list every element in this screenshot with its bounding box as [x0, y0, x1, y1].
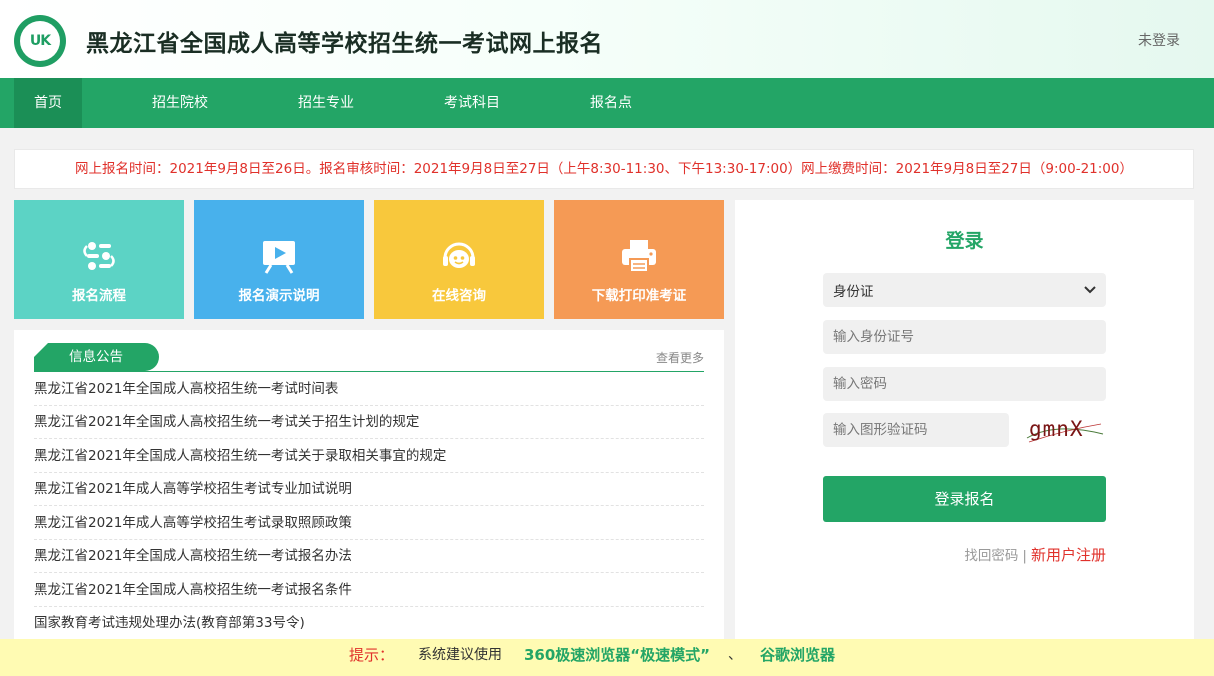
nav-item-subjects[interactable]: 考试科目 — [432, 78, 512, 128]
info-tab[interactable]: 信息公告 — [34, 343, 159, 371]
link-separator: | — [1022, 548, 1027, 564]
news-item[interactable]: 黑龙江省2021年全国成人高校招生统一考试报名办法 — [34, 540, 704, 573]
browser-tip-bar: 提示： 系统建议使用 360极速浏览器“极速模式” 、 谷歌浏览器 — [0, 639, 1214, 676]
schedule-notice: 网上报名时间：2021年9月8日至26日。报名审核时间：2021年9月8日至27… — [14, 149, 1194, 189]
captcha-image[interactable]: gmnX — [1025, 412, 1105, 448]
tip-browser-360: 360极速浏览器“极速模式” — [524, 646, 711, 664]
headset-icon — [443, 242, 475, 268]
news-item[interactable]: 黑龙江省2021年全国成人高校招生统一考试关于录取相关事宜的规定 — [34, 440, 704, 473]
login-title: 登录 — [945, 230, 984, 252]
main-nav: 首页 招生院校 招生专业 考试科目 报名点 — [0, 78, 1214, 128]
view-more-link[interactable]: 查看更多 — [656, 349, 704, 366]
news-item[interactable]: 黑龙江省2021年成人高等学校招生考试专业加试说明 — [34, 473, 704, 506]
login-links: 找回密码 | 新用户注册 — [964, 544, 1106, 565]
login-status-link[interactable]: 未登录 — [1138, 30, 1180, 50]
news-item[interactable]: 黑龙江省2021年全国成人高校招生统一考试时间表 — [34, 373, 704, 406]
tile-label: 在线咨询 — [432, 288, 486, 304]
nav-item-majors[interactable]: 招生专业 — [286, 78, 366, 128]
password-input[interactable] — [823, 367, 1106, 401]
tip-label: 提示： — [349, 646, 395, 664]
tile-label: 下载打印准考证 — [591, 288, 687, 304]
login-panel: 登录 身份证 gmnX 登录报名 找回密码|新用户注册 — [735, 200, 1194, 640]
id-type-value: 身份证 — [833, 284, 874, 300]
chevron-down-icon — [1084, 286, 1096, 294]
site-logo[interactable]: UK — [14, 15, 66, 67]
id-number-input[interactable] — [823, 320, 1106, 354]
nav-item-home[interactable]: 首页 — [14, 78, 82, 128]
info-divider — [34, 371, 704, 372]
printer-icon — [622, 240, 656, 273]
tile-registration-demo[interactable]: 报名演示说明 — [194, 200, 364, 319]
site-header: UK 黑龙江省全国成人高等学校招生统一考试网上报名 未登录 — [0, 0, 1214, 78]
news-item[interactable]: 国家教育考试违规处理办法(教育部第33号令) — [34, 607, 704, 640]
info-announcements-panel: 信息公告 查看更多 黑龙江省2021年全国成人高校招生统一考试时间表 黑龙江省2… — [14, 330, 724, 640]
login-submit-button[interactable]: 登录报名 — [823, 476, 1106, 522]
tip-text: 系统建议使用 — [418, 647, 502, 663]
flow-icon — [83, 242, 115, 270]
nav-item-schools[interactable]: 招生院校 — [140, 78, 220, 128]
captcha-text: gmnX — [1029, 417, 1084, 441]
register-link[interactable]: 新用户注册 — [1031, 546, 1106, 564]
tile-label: 报名流程 — [72, 288, 126, 304]
news-item[interactable]: 黑龙江省2021年全国成人高校招生统一考试关于招生计划的规定 — [34, 406, 704, 439]
tip-separator: 、 — [728, 647, 742, 663]
id-type-select[interactable]: 身份证 — [823, 273, 1106, 307]
tab-corner-decoration — [34, 343, 48, 357]
tile-label: 报名演示说明 — [238, 288, 320, 304]
captcha-input[interactable] — [823, 413, 1009, 447]
site-title: 黑龙江省全国成人高等学校招生统一考试网上报名 — [86, 31, 603, 57]
logo-mark: UK — [20, 21, 60, 61]
tile-online-consult[interactable]: 在线咨询 — [374, 200, 544, 319]
nav-item-registration-points[interactable]: 报名点 — [578, 78, 644, 128]
tile-registration-flow[interactable]: 报名流程 — [14, 200, 184, 319]
tip-browser-chrome: 谷歌浏览器 — [760, 646, 836, 664]
presentation-icon — [263, 241, 295, 274]
news-item[interactable]: 黑龙江省2021年成人高等学校招生考试录取照顾政策 — [34, 507, 704, 540]
forgot-password-link[interactable]: 找回密码 — [964, 548, 1018, 564]
news-item[interactable]: 黑龙江省2021年全国成人高校招生统一考试报名条件 — [34, 574, 704, 607]
tile-print-admission-ticket[interactable]: 下载打印准考证 — [554, 200, 724, 319]
